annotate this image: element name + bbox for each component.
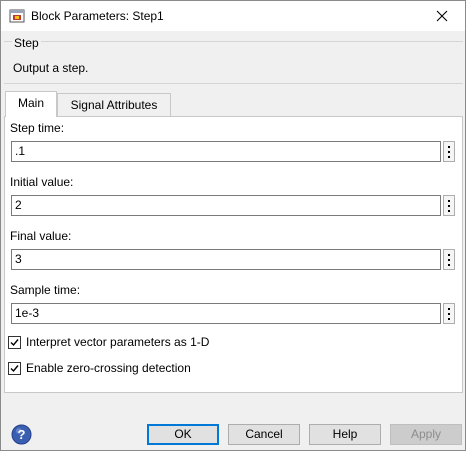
close-button[interactable] [419, 1, 465, 31]
window-title: Block Parameters: Step1 [31, 9, 164, 23]
close-icon [436, 10, 448, 22]
apply-button[interactable]: Apply [390, 424, 462, 445]
final-value-input[interactable]: 3 [11, 249, 441, 270]
help-button[interactable]: Help [309, 424, 381, 445]
sample-time-input[interactable]: 1e-3 [11, 303, 441, 324]
block-parameters-dialog: Block Parameters: Step1 Step Output a st… [0, 0, 466, 451]
step-time-label: Step time: [10, 121, 65, 135]
initial-value-label: Initial value: [10, 175, 74, 189]
block-name: Step [12, 36, 41, 50]
zero-crossing-checkbox[interactable] [8, 362, 21, 375]
sample-time-label: Sample time: [10, 283, 81, 297]
help-icon[interactable]: ? [11, 424, 32, 445]
final-value-label: Final value: [10, 229, 72, 243]
title-bar[interactable]: Block Parameters: Step1 [1, 1, 465, 31]
group-divider [4, 83, 463, 84]
checkmark-icon [10, 365, 19, 373]
interpret-vector-label: Interpret vector parameters as 1-D [26, 335, 210, 349]
simulink-block-icon [9, 8, 25, 24]
step-time-more-button[interactable] [443, 141, 455, 162]
svg-text:?: ? [18, 427, 26, 442]
initial-value-input[interactable]: 2 [11, 195, 441, 216]
tab-signal-attributes[interactable]: Signal Attributes [57, 93, 171, 117]
sample-time-more-button[interactable] [443, 303, 455, 324]
step-time-input[interactable]: .1 [11, 141, 441, 162]
checkmark-icon [10, 339, 19, 347]
cancel-button[interactable]: Cancel [228, 424, 300, 445]
initial-value-more-button[interactable] [443, 195, 455, 216]
ok-button[interactable]: OK [147, 424, 219, 445]
zero-crossing-label: Enable zero-crossing detection [26, 361, 191, 375]
interpret-vector-checkbox[interactable] [8, 336, 21, 349]
block-description: Output a step. [13, 61, 89, 75]
tab-main[interactable]: Main [5, 91, 57, 117]
final-value-more-button[interactable] [443, 249, 455, 270]
